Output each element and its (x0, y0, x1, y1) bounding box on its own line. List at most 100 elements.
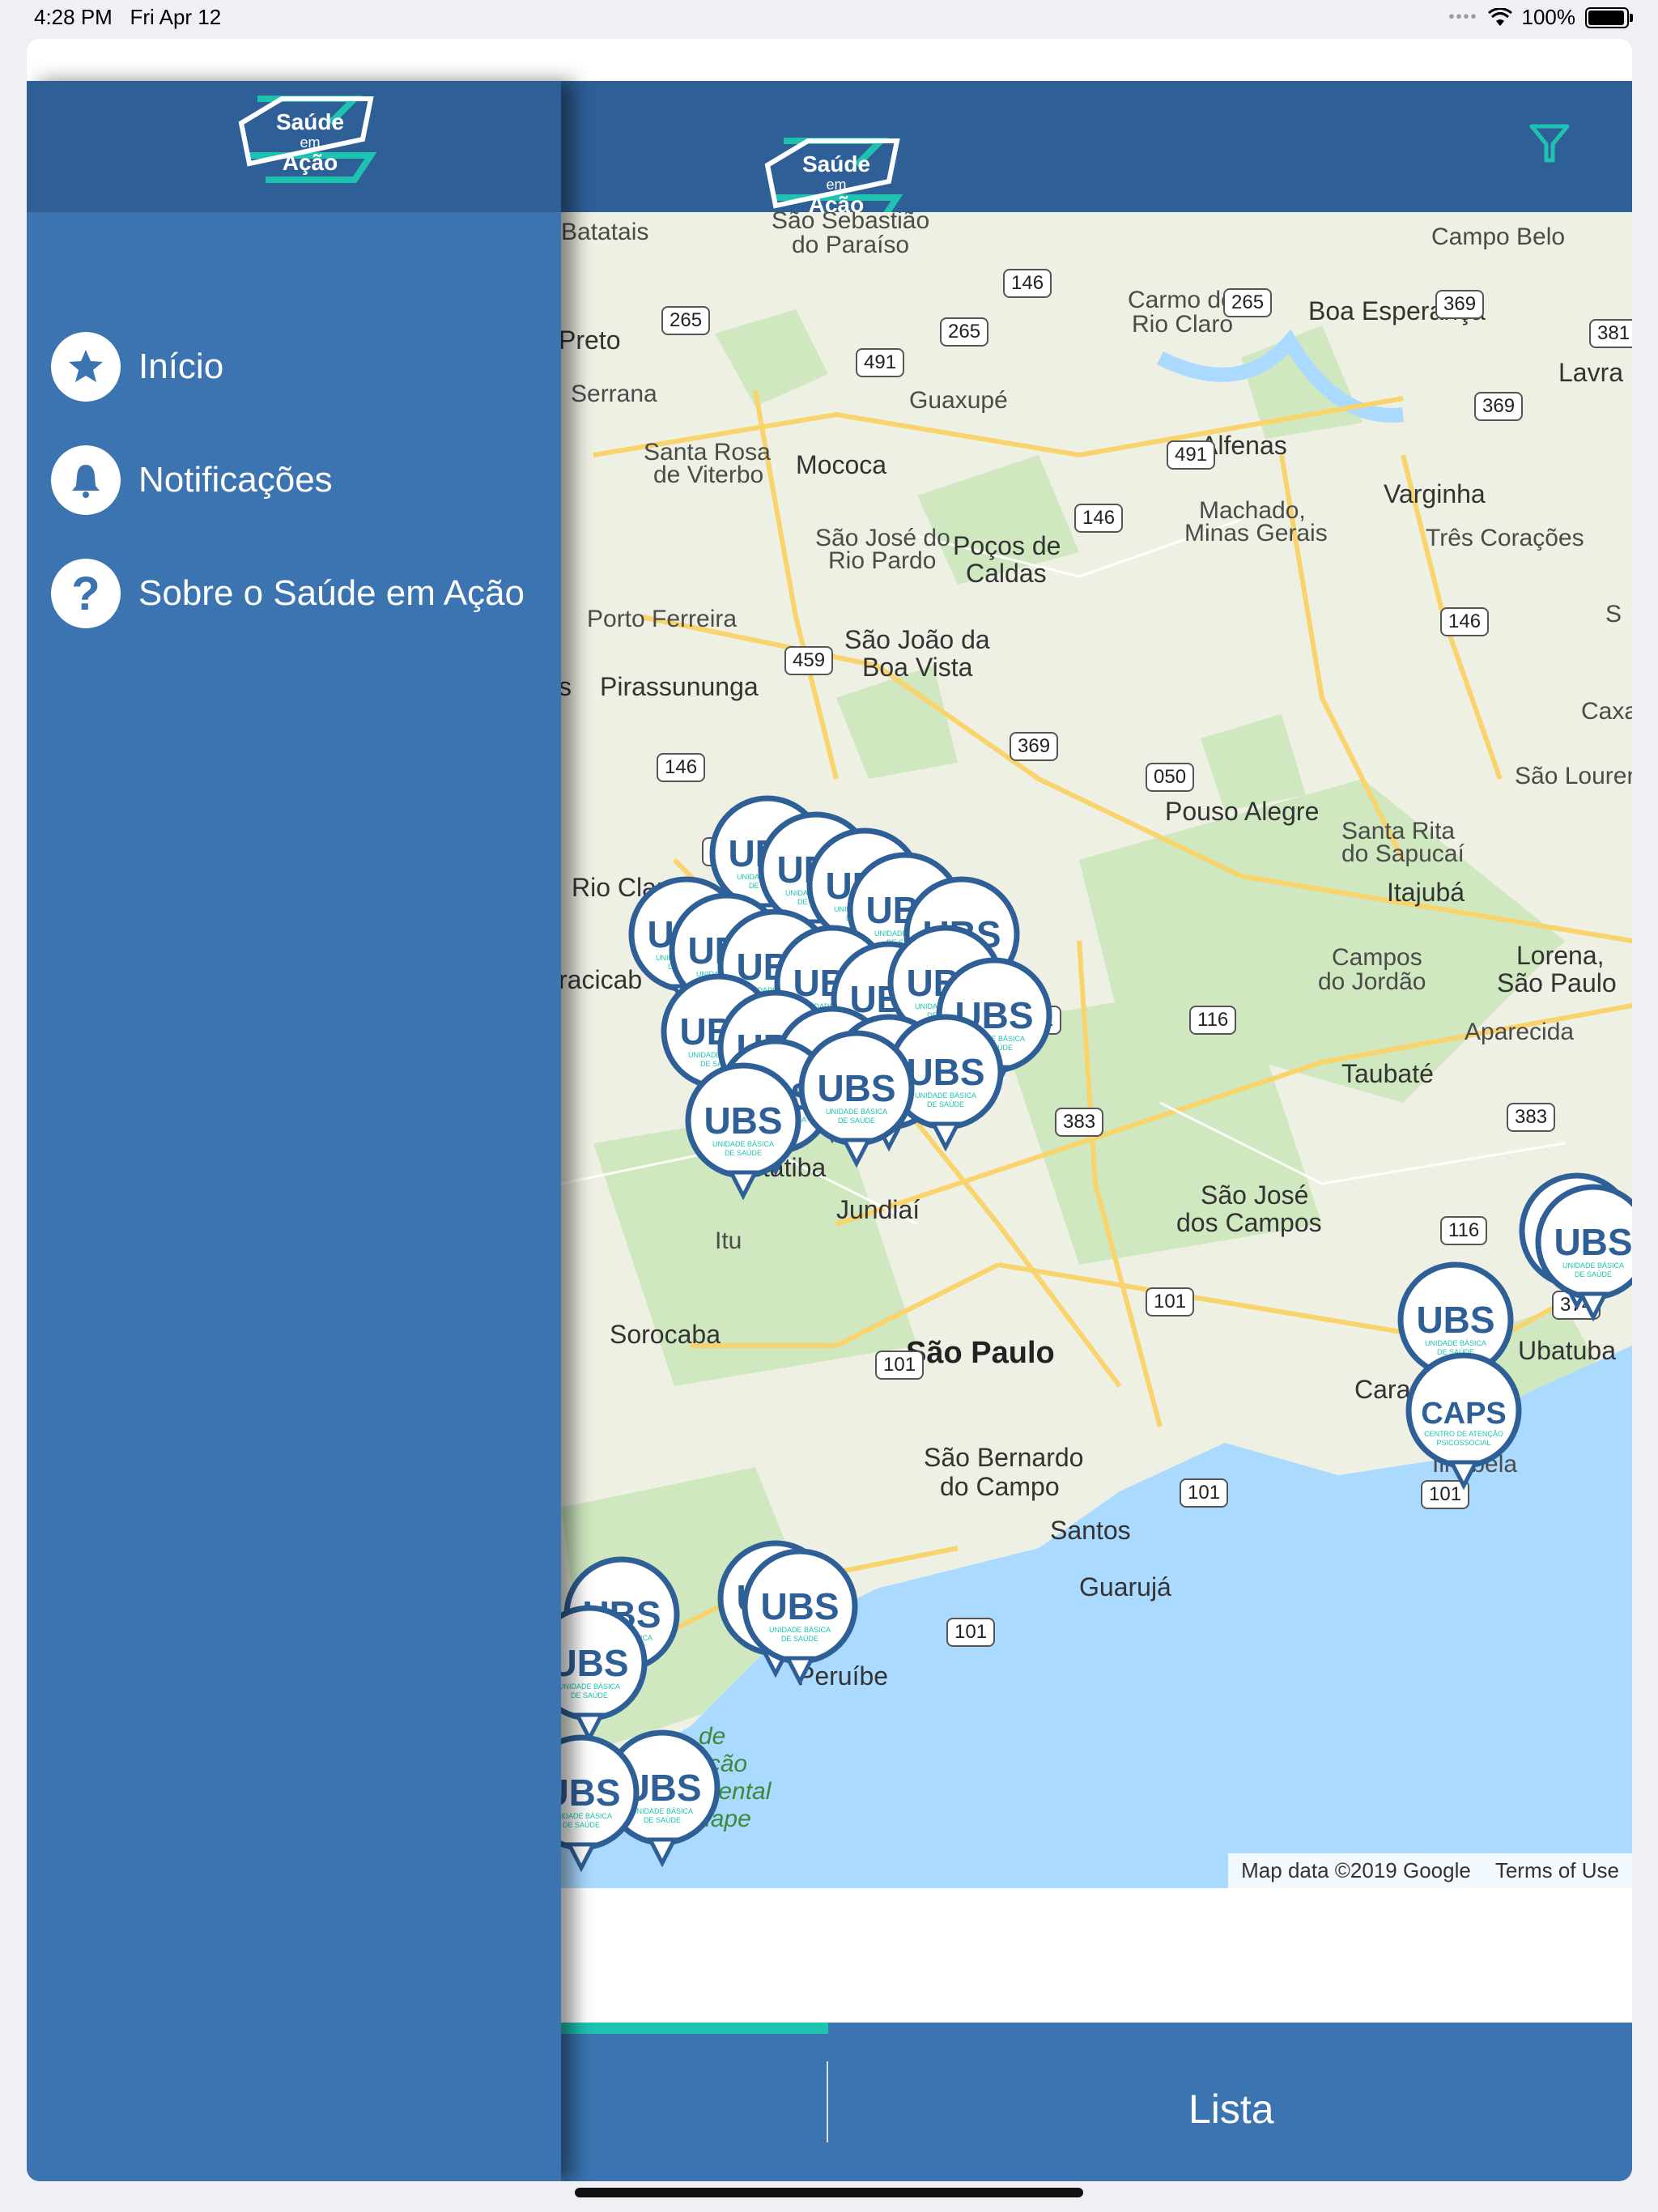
city-label: São João da (844, 625, 990, 654)
pin-sublabel: UNIDADE BÁSICA (915, 1091, 976, 1100)
ubs-pin[interactable]: UBSUNIDADE BÁSICADE SAÚDE (1533, 1184, 1632, 1321)
road-shield: 459 (784, 646, 834, 675)
pin-sublabel: DE SAÚDE (838, 1117, 875, 1125)
city-label: Campo Belo (1431, 223, 1566, 250)
tab-divider (827, 2061, 828, 2142)
road-shield: 101 (1180, 1478, 1229, 1508)
pin-sublabel: UNIDADE BÁSICA (712, 1140, 774, 1148)
pin-sublabel: DE SAÚDE (644, 1816, 681, 1824)
pin-label: UBS (1554, 1221, 1632, 1263)
city-label: Lavra (1558, 358, 1624, 387)
drawer-item-sobre[interactable]: ? Sobre o Saúde em Ação (51, 559, 525, 628)
road-shield: 146 (1440, 607, 1490, 636)
road-shield: 146 (1003, 269, 1052, 298)
pin-sublabel: DE SAÚDE (571, 1691, 608, 1699)
status-bar: 4:28 PM Fri Apr 12 •••• 100% (0, 0, 1658, 32)
pin-label: UBS (906, 1051, 984, 1093)
city-label: Campos (1332, 944, 1422, 971)
pin-sublabel: UNIDADE BÁSICA (826, 1108, 887, 1116)
question-icon: ? (51, 559, 121, 628)
drawer-item-label: Sobre o Saúde em Ação (138, 573, 525, 613)
pin-sublabel: DE SAÚDE (1575, 1270, 1612, 1278)
city-label: São Louren (1515, 763, 1632, 789)
road-shield: 265 (661, 306, 711, 335)
city-label: Boa Vista (862, 653, 973, 682)
pin-label: UBS (760, 1585, 839, 1627)
battery-percent: 100% (1521, 5, 1576, 29)
city-label: Ubatuba (1518, 1336, 1616, 1365)
road-shield: 146 (657, 753, 706, 782)
pin-sublabel: DE SAÚDE (781, 1635, 818, 1643)
city-label: Batatais (561, 219, 649, 245)
star-icon (51, 332, 121, 402)
road-shield: 116 (1189, 1006, 1237, 1035)
pin-sublabel: DE SAÚDE (725, 1149, 762, 1157)
home-indicator (575, 2188, 1083, 2197)
wifi-icon (1487, 7, 1512, 26)
status-time: 4:28 PM (34, 5, 113, 29)
road-shield: 265 (940, 317, 989, 347)
city-label: Itajubá (1387, 878, 1465, 907)
road-shield: 383 (1055, 1108, 1104, 1137)
pin-label: UBS (817, 1067, 895, 1109)
pin-sublabel: UNIDADE BÁSICA (769, 1626, 831, 1634)
app-window: Saúde em Ação Batatais São Sebastião do … (27, 39, 1632, 2181)
ubs-pin[interactable]: UBSUNIDADE BÁSICADE SAÚDE (796, 1030, 917, 1168)
road-shield: 050 (1146, 763, 1195, 792)
city-label: Guarujá (1079, 1572, 1171, 1602)
pin-sublabel: CENTRO DE ATENÇÃO (1424, 1430, 1503, 1438)
city-label: Poços de (953, 531, 1061, 560)
city-label: Caldas (966, 559, 1047, 588)
drawer-logo-text-1: Saúde (276, 109, 344, 134)
ubs-pin[interactable]: UBSUNIDADE BÁSICADE SAÚDE (739, 1548, 861, 1686)
top-white-bar (27, 39, 1632, 81)
road-shield: 146 (1074, 504, 1124, 533)
city-label: Lorena, (1516, 941, 1605, 970)
city-label: Preto (559, 325, 621, 355)
city-label: Taubaté (1341, 1059, 1434, 1088)
pin-sublabel: DE SAÚDE (927, 1100, 964, 1108)
city-label: do Jordão (1318, 968, 1426, 995)
status-date: Fri Apr 12 (130, 5, 222, 29)
road-shield: 491 (856, 348, 905, 377)
side-drawer: Saúde em Ação Início Notificações ? Sobr… (27, 81, 561, 2181)
drawer-item-inicio[interactable]: Início (51, 332, 223, 402)
city-label: Rio Claro (1132, 311, 1234, 338)
road-shield: 381 (1589, 319, 1632, 348)
tab-list[interactable]: Lista (1188, 2086, 1274, 2133)
signal-dots-icon: •••• (1448, 8, 1478, 26)
city-label: Caxa (1581, 698, 1632, 725)
caps-pin[interactable]: CAPSCENTRO DE ATENÇÃOPSICOSSOCIAL (1403, 1352, 1524, 1490)
pin-sublabel: DE SAÚDE (563, 1821, 600, 1829)
pin-sublabel: UNIDADE BÁSICA (1562, 1261, 1624, 1270)
city-label: de Viterbo (653, 462, 764, 488)
city-label: do Paraíso (792, 232, 910, 258)
pin-sublabel: PSICOSSOCIAL (1436, 1439, 1490, 1447)
city-label: Três Corações (1426, 525, 1584, 551)
terms-of-use-link[interactable]: Terms of Use (1495, 1858, 1619, 1883)
city-label: Aparecida (1465, 1019, 1575, 1045)
battery-fill (1588, 10, 1624, 25)
city-label: Carmo do (1128, 287, 1235, 313)
filter-icon[interactable] (1527, 120, 1572, 165)
road-shield: 369 (1010, 732, 1059, 761)
city-label: do Sapucaí (1341, 840, 1465, 867)
city-label: Serrana (571, 381, 657, 407)
pin-label: UBS (1416, 1299, 1494, 1341)
city-label: Santos (1050, 1516, 1131, 1545)
city-label: Guaxupé (909, 387, 1008, 414)
drawer-logo-text-3: Ação (283, 150, 338, 175)
pin-label: UBS (704, 1100, 782, 1142)
city-label: Pouso Alegre (1165, 797, 1320, 826)
road-shield: 383 (1507, 1103, 1556, 1132)
ubs-pin[interactable]: UBSUNIDADE BÁSICADE SAÚDE (682, 1062, 804, 1200)
road-shield: 116 (1440, 1216, 1488, 1245)
road-shield: 265 (1223, 288, 1273, 317)
drawer-item-notificacoes[interactable]: Notificações (51, 445, 333, 515)
city-label: Rio Pardo (828, 547, 937, 574)
road-shield: 369 (1474, 392, 1524, 421)
battery-icon (1585, 6, 1633, 28)
drawer-logo: Saúde em Ação (238, 96, 377, 183)
drawer-header: Saúde em Ação (27, 81, 561, 212)
status-time-date: 4:28 PM Fri Apr 12 (34, 5, 221, 30)
